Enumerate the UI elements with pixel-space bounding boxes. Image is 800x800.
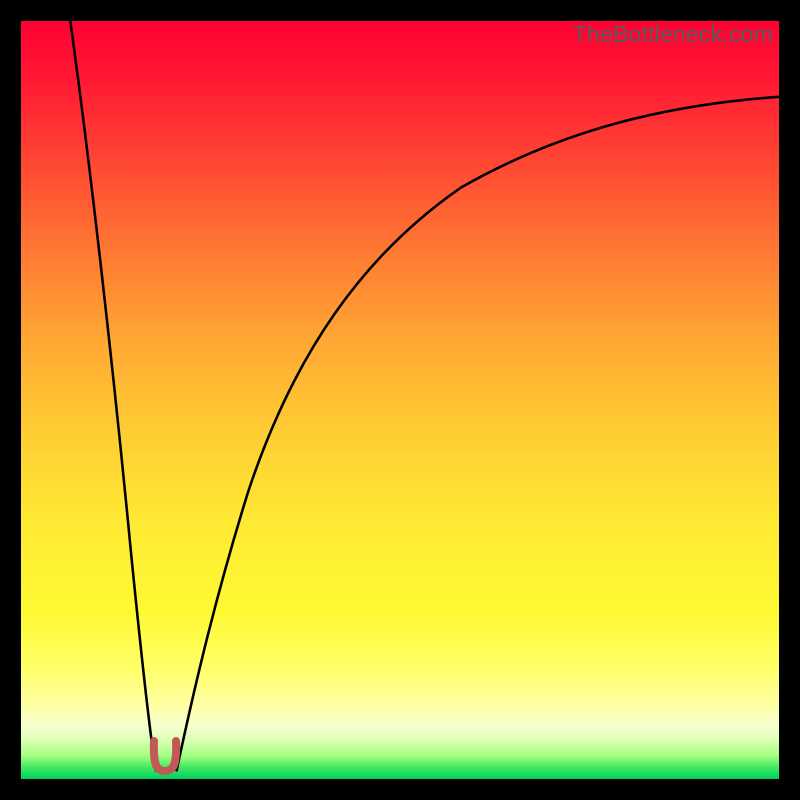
curve-right-branch <box>176 97 779 772</box>
curve-left-branch <box>70 21 156 771</box>
bottleneck-curve <box>21 21 779 779</box>
plot-area: TheBottleneck.com <box>21 21 779 779</box>
u-shape-icon <box>154 741 176 771</box>
optimal-marker <box>148 737 182 775</box>
chart-frame: TheBottleneck.com <box>0 0 800 800</box>
